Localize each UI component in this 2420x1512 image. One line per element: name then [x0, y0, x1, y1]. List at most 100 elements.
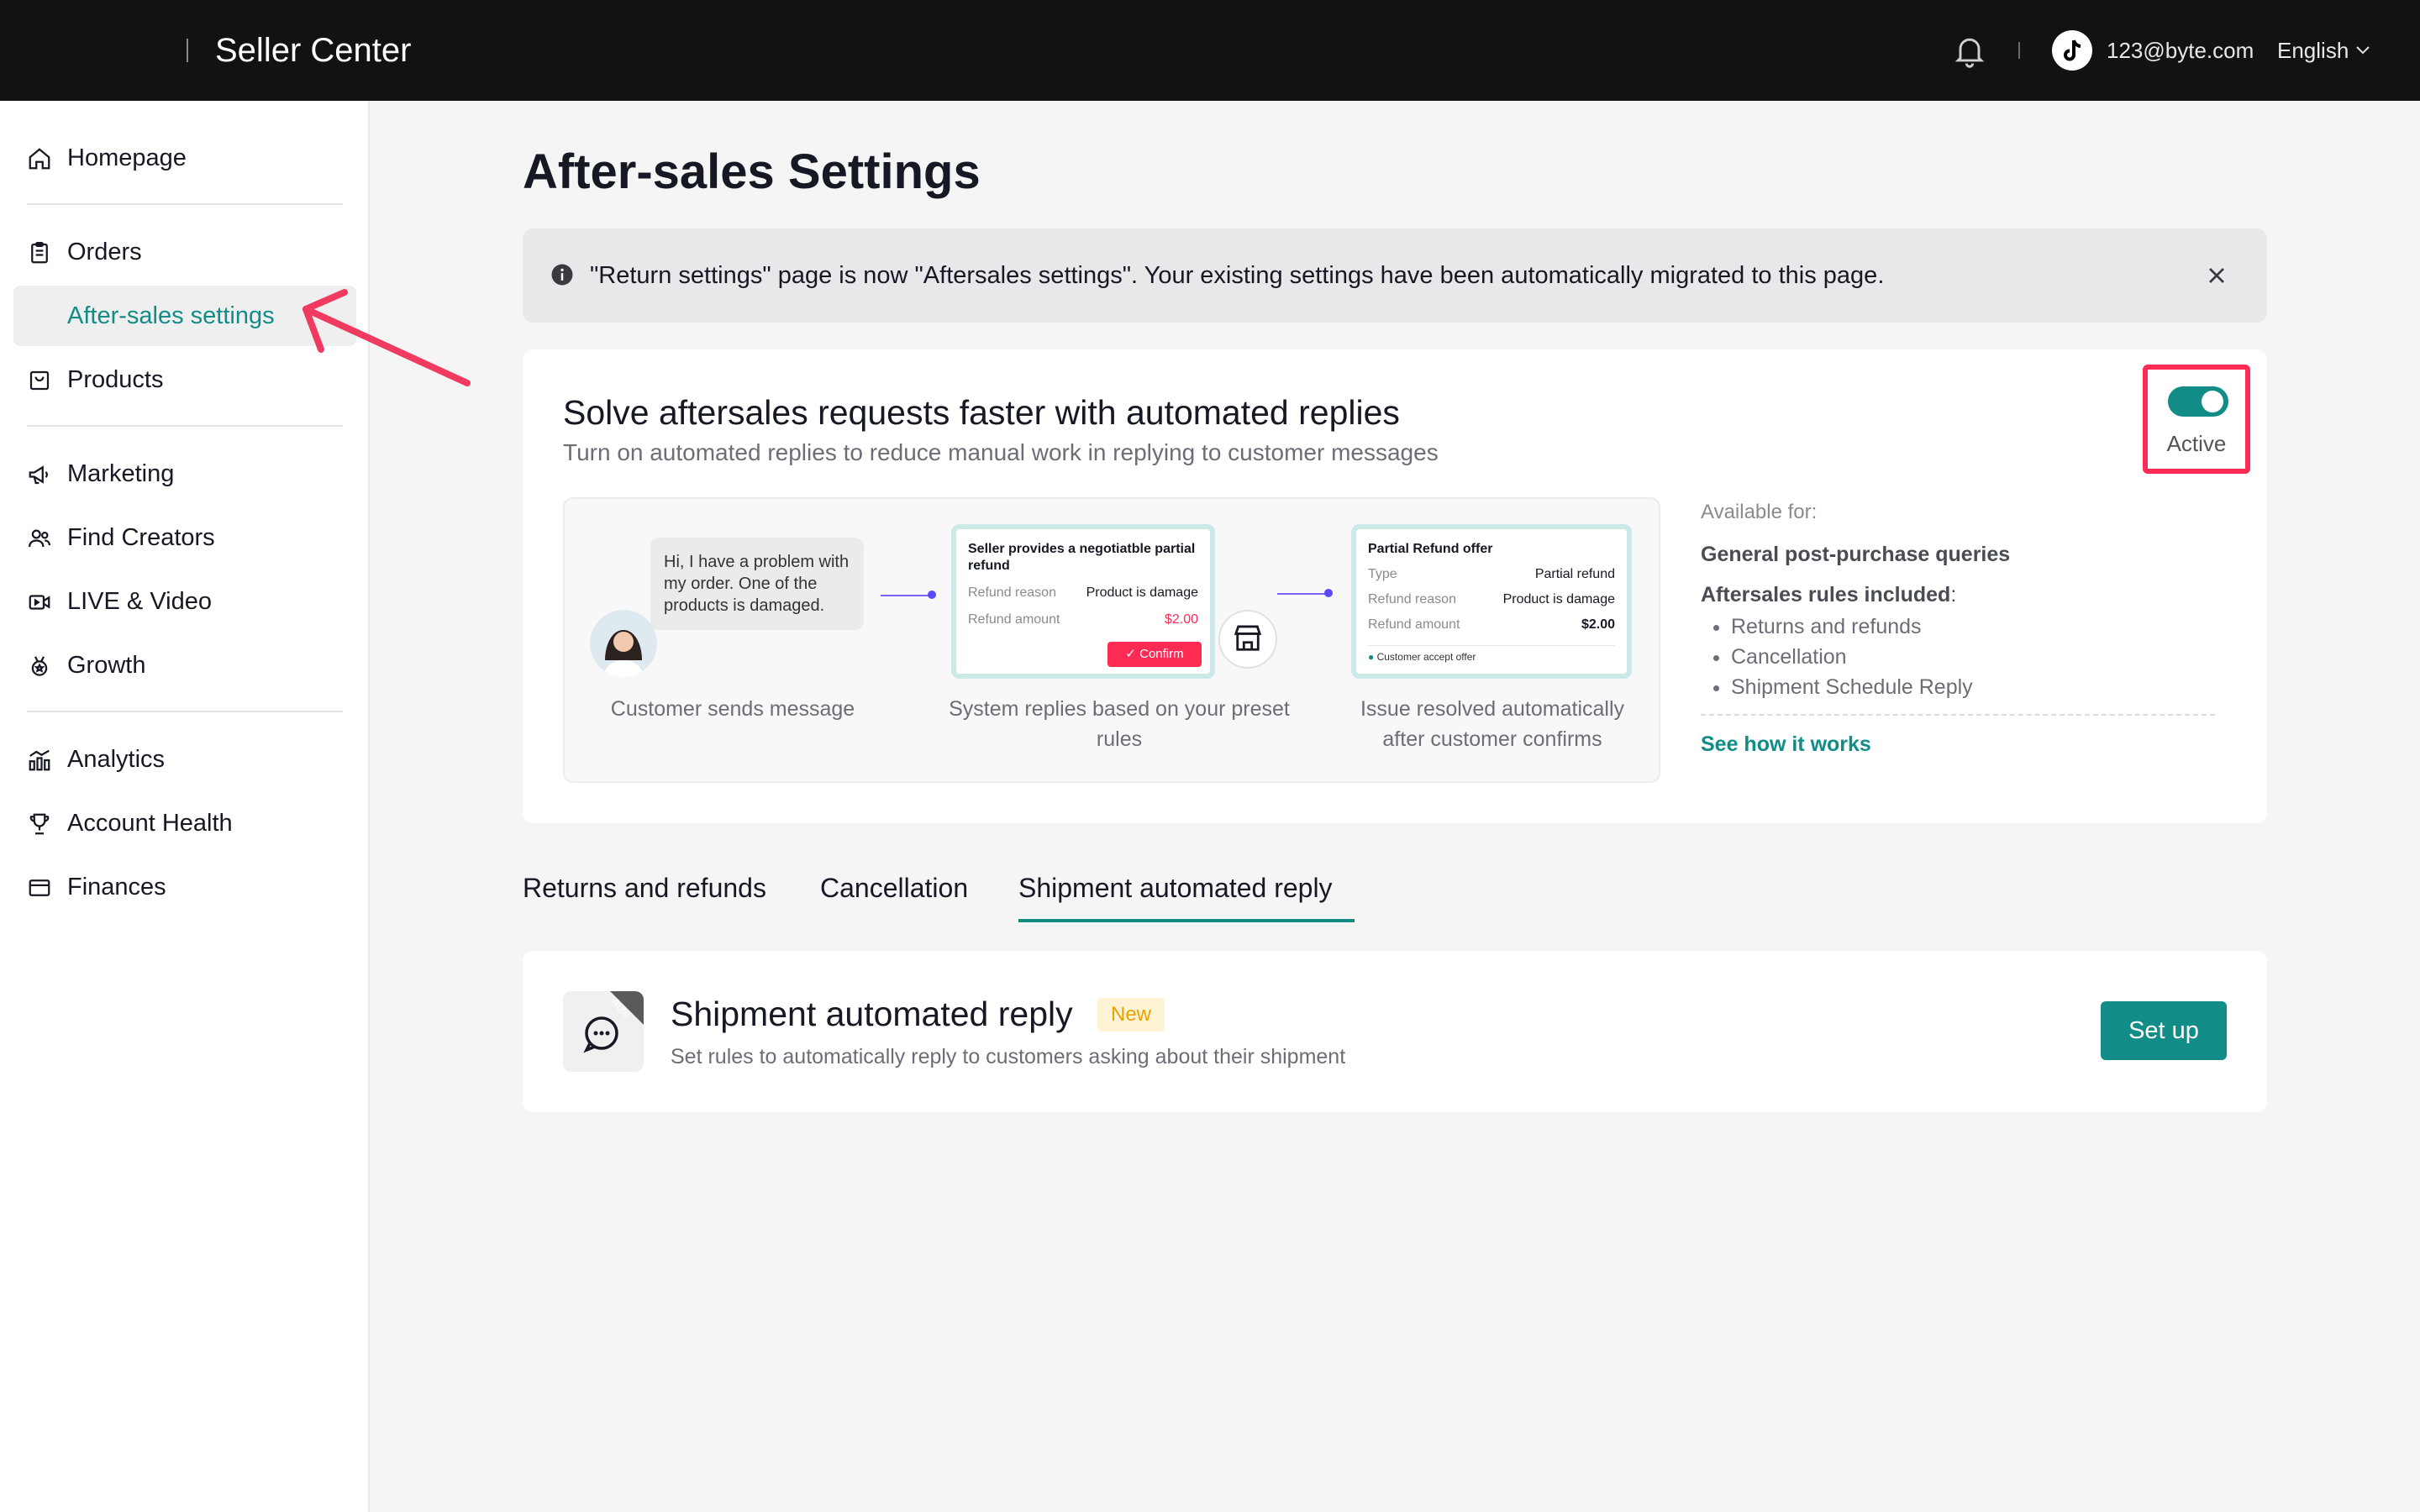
row-key: Type [1368, 567, 1397, 581]
tiktok-icon [2064, 39, 2081, 61]
offer-status: ● Customer accept offer [1368, 645, 1615, 663]
app-title: Seller Center [215, 32, 412, 69]
row-key: Refund reason [968, 585, 1056, 600]
mini-card-row: Refund amount $2.00 [1368, 617, 1615, 633]
annotation-arrow-icon [302, 289, 471, 386]
card-title: Shipment automated reply [671, 995, 1073, 1033]
mini-card-title: Partial Refund offer [1368, 542, 1493, 556]
video-icon [29, 595, 50, 610]
row-value: Partial refund [1534, 567, 1615, 581]
person-icon [603, 630, 644, 677]
offer-status-text: Customer accept offer [1376, 651, 1476, 663]
bar-chart-icon [29, 749, 50, 771]
confirm-label: Confirm [1139, 647, 1184, 661]
sidebar-item-growth[interactable]: Growth [13, 635, 356, 696]
info-icon [551, 264, 573, 286]
mini-card-title: Seller provides a negotiatble partial re… [968, 542, 1196, 573]
tiktok-logo-avatar[interactable] [2052, 30, 2092, 71]
sidebar-item-label: Orders [67, 239, 142, 265]
sidebar-item-finances[interactable]: Finances [13, 857, 356, 917]
card-subtitle: Turn on automated replies to reduce manu… [563, 439, 1439, 465]
chevron-down-icon[interactable] [2353, 42, 2373, 59]
language-selector[interactable]: English [2277, 37, 2349, 64]
migration-banner: "Return settings" page is now "Aftersale… [523, 228, 2267, 323]
top-bar: Seller Center 123@byte.com English [0, 0, 2420, 101]
how-it-works-illustration: Hi, I have a problem with my order. One … [563, 497, 1660, 783]
set-up-button[interactable]: Set up [2101, 1001, 2227, 1060]
home-icon [29, 148, 50, 170]
row-key: Refund amount [968, 612, 1060, 627]
sidebar-divider [27, 711, 343, 712]
account-email[interactable]: 123@byte.com [2107, 37, 2254, 64]
sidebar-item-label: Homepage [67, 144, 187, 171]
connector-dot [1324, 589, 1333, 597]
sidebar-item-label: LIVE & Video [67, 588, 212, 615]
page-title: After-sales Settings [523, 144, 981, 199]
topbar-divider-2 [2018, 42, 2020, 59]
toggle-knob [2202, 391, 2223, 412]
sidebar-item-account-health[interactable]: Account Health [13, 793, 356, 853]
rules-heading: Aftersales rules included: [1701, 583, 1957, 606]
card-subtitle: Set rules to automatically reply to cust… [671, 1045, 1346, 1068]
list-item: Returns and refunds [1731, 612, 2222, 642]
sidebar-item-label: Products [67, 366, 164, 393]
see-how-it-works-link[interactable]: See how it works [1701, 731, 2222, 758]
customer-avatar [590, 610, 657, 677]
shipment-reply-icon: Auto [563, 991, 644, 1072]
new-badge: New [1097, 998, 1165, 1032]
bag-icon [29, 370, 50, 391]
availability-info: Available for: General post-purchase que… [1701, 499, 2222, 758]
card-title: Solve aftersales requests faster with au… [563, 393, 1400, 432]
tab-returns-and-refunds[interactable]: Returns and refunds [523, 869, 766, 907]
automated-replies-card: Solve aftersales requests faster with au… [523, 349, 2267, 823]
sidebar-item-homepage[interactable]: Homepage [13, 128, 356, 188]
banner-text: "Return settings" page is now "Aftersale… [590, 262, 1885, 289]
medal-icon [31, 656, 48, 676]
sidebar-item-orders[interactable]: Orders [13, 222, 356, 282]
automated-replies-toggle[interactable] [2168, 386, 2228, 417]
wallet-icon [29, 879, 50, 896]
list-item: Shipment Schedule Reply [1731, 672, 2222, 702]
sidebar-item-marketing[interactable]: Marketing [13, 444, 356, 504]
row-value: Product is damage [1086, 585, 1198, 600]
row-key: Refund reason [1368, 592, 1456, 606]
tab-shipment-automated-reply[interactable]: Shipment automated reply [1018, 869, 1333, 907]
trophy-icon [29, 813, 50, 835]
available-general: General post-purchase queries [1701, 543, 2011, 566]
row-key: Refund amount [1368, 617, 1460, 632]
close-icon[interactable] [2203, 262, 2230, 289]
topbar-divider [187, 39, 188, 62]
sidebar-item-find-creators[interactable]: Find Creators [13, 507, 356, 568]
available-label: Available for: [1701, 501, 1818, 523]
clipboard-icon [31, 242, 48, 264]
sidebar-item-label: Marketing [67, 460, 175, 487]
divider [1701, 714, 2215, 716]
megaphone-icon [29, 465, 48, 485]
rules-label: Aftersales rules included [1701, 583, 1951, 606]
customer-message-bubble: Hi, I have a problem with my order. One … [650, 538, 864, 630]
connector-dot [928, 591, 936, 599]
step-label: Customer sends message [610, 697, 855, 721]
mini-card-row: Type Partial refund [1368, 566, 1615, 583]
rules-list: Returns and refunds Cancellation Shipmen… [1701, 612, 2222, 702]
shipment-automated-reply-card: Auto Shipment automated reply New Set ru… [523, 951, 2267, 1112]
step-label: Issue resolved automatically after custo… [1360, 697, 1625, 751]
sidebar-divider [27, 425, 343, 427]
row-value: $2.00 [1581, 617, 1615, 632]
bell-icon[interactable] [1951, 32, 1988, 69]
sidebar-item-live-video[interactable]: LIVE & Video [13, 571, 356, 632]
tab-cancellation[interactable]: Cancellation [820, 869, 968, 907]
refund-offer-card: Partial Refund offer Type Partial refund… [1351, 524, 1632, 679]
row-value: Product is damage [1502, 592, 1615, 606]
seller-offer-card: Seller provides a negotiatble partial re… [951, 524, 1215, 679]
shop-icon [1218, 610, 1277, 669]
sidebar-divider [27, 203, 343, 205]
sidebar-item-label: Account Health [67, 810, 233, 837]
sidebar-item-analytics[interactable]: Analytics [13, 729, 356, 790]
mini-card-row: Refund reason Product is damage [968, 585, 1198, 601]
row-value: $2.00 [1164, 612, 1198, 627]
sidebar-item-label: Growth [67, 652, 146, 679]
people-icon [29, 529, 50, 548]
sidebar-item-label: Finances [67, 874, 166, 900]
step-label: System replies based on your preset rule… [949, 697, 1290, 751]
